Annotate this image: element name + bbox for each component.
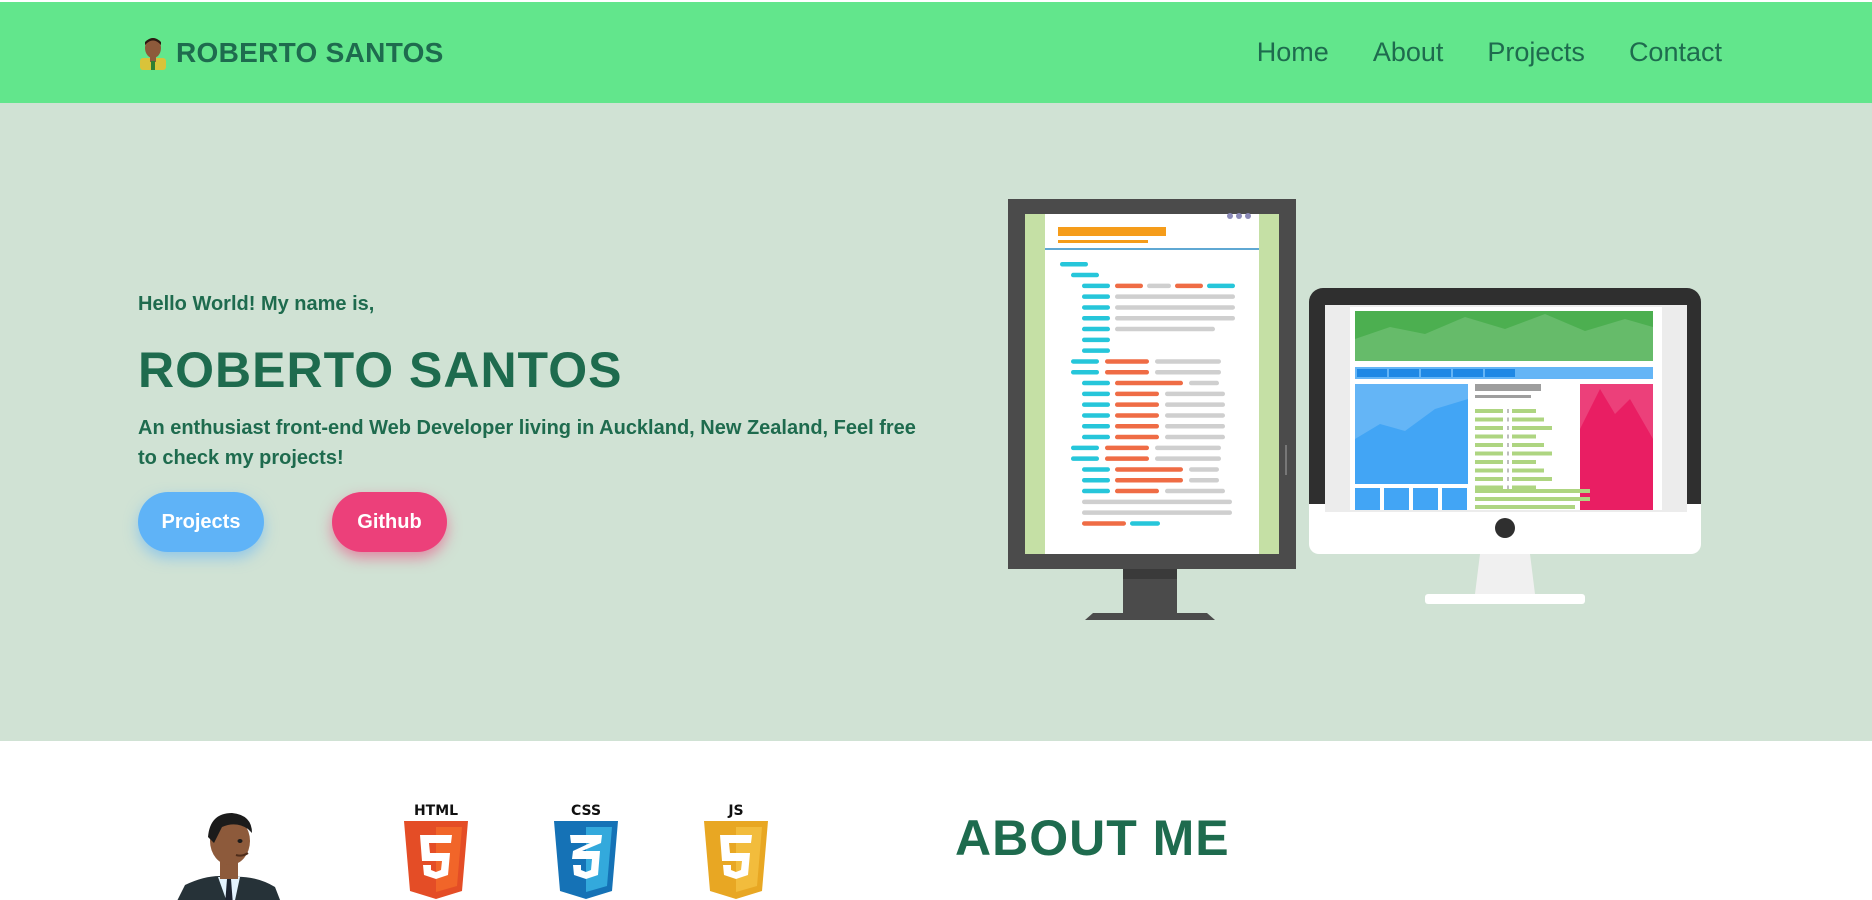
brand[interactable]: ROBERTO SANTOS bbox=[138, 2, 444, 103]
hero-greeting: Hello World! My name is, bbox=[138, 293, 375, 315]
developer-avatar-icon bbox=[140, 37, 166, 70]
nav-about[interactable]: About bbox=[1373, 37, 1444, 68]
svg-text:JS: JS bbox=[727, 803, 743, 819]
hero-name: ROBERTO SANTOS bbox=[138, 342, 623, 398]
nav-projects[interactable]: Projects bbox=[1487, 37, 1585, 68]
projects-button[interactable]: Projects bbox=[138, 492, 264, 552]
top-navbar: ROBERTO SANTOS Home About Projects Conta… bbox=[0, 2, 1872, 103]
hero-section: Hello World! My name is, ROBERTO SANTOS … bbox=[0, 103, 1872, 741]
main-nav: Home About Projects Contact bbox=[1257, 2, 1722, 103]
about-title: ABOUT ME bbox=[955, 810, 1230, 866]
nav-contact[interactable]: Contact bbox=[1629, 37, 1722, 68]
monitor-illustration bbox=[1008, 199, 1296, 620]
js-icon: JS bbox=[704, 803, 768, 899]
hero-description: An enthusiast front-end Web Developer li… bbox=[138, 417, 916, 469]
brand-name: ROBERTO SANTOS bbox=[176, 36, 444, 68]
nav-home[interactable]: Home bbox=[1257, 37, 1329, 68]
html5-icon: HTML bbox=[404, 803, 468, 899]
about-section: HTML CSS JS ABOUT ME bbox=[0, 741, 1872, 900]
github-button[interactable]: Github bbox=[332, 492, 447, 552]
imac-illustration bbox=[1309, 288, 1701, 604]
developer-avatar-icon bbox=[177, 813, 281, 900]
svg-text:CSS: CSS bbox=[571, 803, 601, 819]
hero-illustration bbox=[1008, 199, 1701, 620]
css3-icon: CSS bbox=[554, 803, 618, 899]
svg-text:HTML: HTML bbox=[414, 803, 458, 819]
